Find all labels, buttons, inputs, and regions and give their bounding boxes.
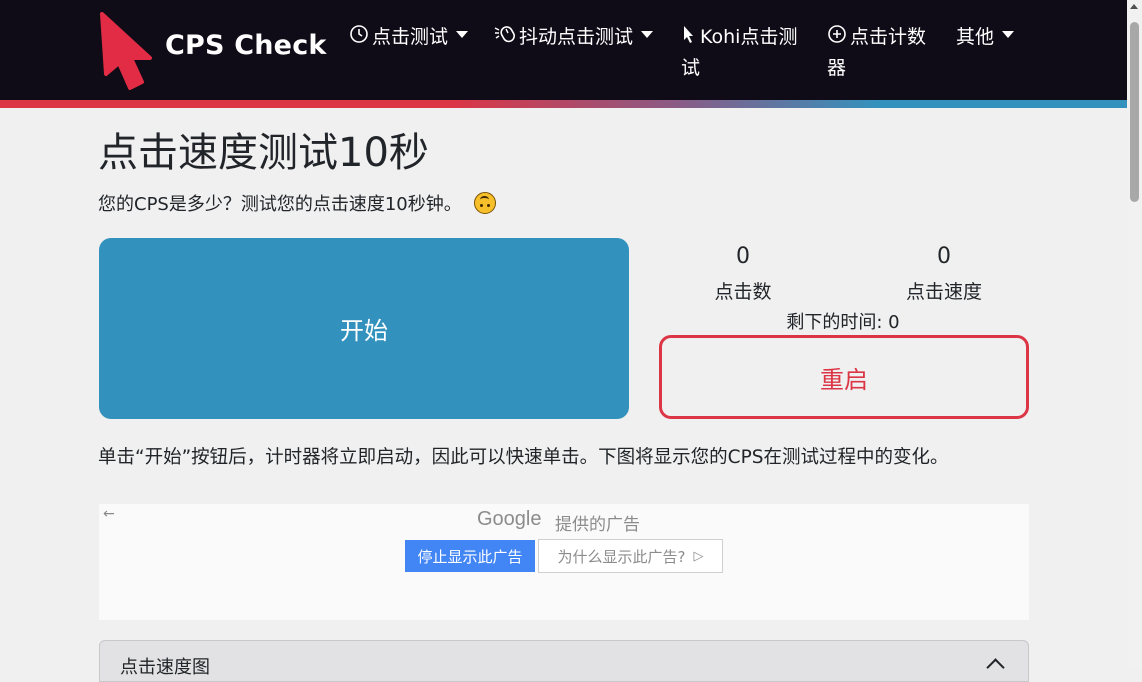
nav-kohi-test-label-2: 试 [681,56,701,79]
plus-circle-icon [827,23,847,53]
google-logo: Google [477,508,542,530]
speed-value: 0 [937,244,951,269]
nav-kohi-test[interactable]: Kohi点击测 试 [681,22,797,83]
time-remaining: 剩下的时间: 0 [786,312,900,333]
nav-click-test-label: 点击测试 [372,26,449,48]
play-triangle-icon: ▷ [693,548,704,564]
ad-panel: ← Google 提供的广告 停止显示此广告 为什么显示此广告? ▷ [99,504,1029,620]
nav-click-counter-label-1: 点击计数 [850,26,927,48]
mouse-jitter-icon [494,23,516,53]
chevron-down-icon [456,31,469,38]
page-subtitle: 您的CPS是多少？测试您的点击速度10秒钟。 [98,190,496,216]
navbar: CPS Check 点击测试 抖动点击测试 Kohi点击测 试 点击计数 器 其… [0,0,1127,100]
nav-other[interactable]: 其他 [956,22,1015,52]
why-ad-button[interactable]: 为什么显示此广告? ▷ [538,539,723,573]
clock-icon [349,23,369,53]
nav-other-label: 其他 [956,26,995,48]
scroll-up-arrow-icon[interactable] [1130,4,1138,9]
subtitle-text: 您的CPS是多少？测试您的点击速度10秒钟。 [98,194,462,215]
accordion-title: 点击速度图 [120,657,210,678]
nav-jitter-test[interactable]: 抖动点击测试 [494,22,654,53]
chevron-down-icon [1002,31,1015,38]
cursor-icon [681,23,697,53]
cursor-logo-icon[interactable] [98,12,154,90]
nav-gradient-divider [0,100,1127,108]
ad-provided-by: 提供的广告 [555,515,640,535]
upside-down-face-icon [473,192,496,214]
nav-click-test[interactable]: 点击测试 [349,22,469,53]
nav-click-counter[interactable]: 点击计数 器 [827,22,926,83]
page-scrollbar[interactable] [1127,0,1142,668]
speed-stat: 0 点击速度 [864,244,1024,304]
back-arrow-icon[interactable]: ← [103,506,115,522]
clicks-label: 点击数 [714,281,772,303]
nav-kohi-test-label-1: Kohi点击测 [700,26,798,48]
nav-jitter-test-label: 抖动点击测试 [519,26,634,48]
stop-ad-button[interactable]: 停止显示此广告 [405,540,535,572]
restart-button[interactable]: 重启 [659,335,1029,419]
speed-label: 点击速度 [905,281,982,303]
clicks-stat: 0 点击数 [663,244,823,304]
start-button[interactable]: 开始 [99,238,629,419]
speed-chart-accordion[interactable]: 点击速度图 [99,640,1029,682]
why-ad-label: 为什么显示此广告? [557,547,686,566]
brand-name[interactable]: CPS Check [165,30,327,61]
instructions-text: 单击“开始”按钮后，计时器将立即启动，因此可以快速单击。下图将显示您的CPS在测… [98,447,949,468]
clicks-value: 0 [736,244,750,269]
chevron-down-icon [641,31,654,38]
nav-click-counter-label-2: 器 [827,56,847,79]
page-title: 点击速度测试10秒 [98,130,429,176]
scrollbar-thumb[interactable] [1130,22,1139,202]
